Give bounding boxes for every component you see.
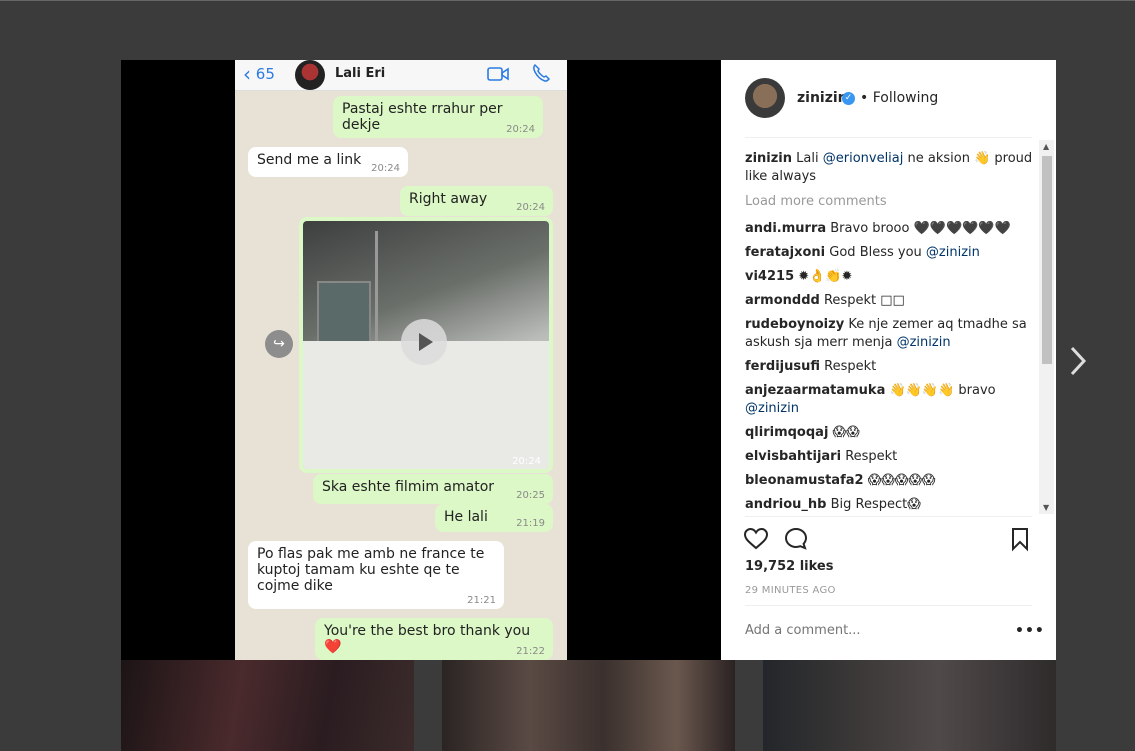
bookmark-icon[interactable] (1007, 526, 1033, 552)
scrollbar-thumb[interactable] (1042, 156, 1052, 364)
message-text: Ska eshte filmim amator (322, 479, 495, 495)
chat-message: You're the best bro thank you ❤️ 21:22 (315, 618, 553, 660)
add-comment-input[interactable] (745, 623, 1005, 638)
comment: vi4215 ✹👌👏✹ (745, 268, 1035, 286)
mention-link[interactable]: @zinizin (897, 335, 951, 350)
comment-text: Big Respect😱 (830, 497, 921, 512)
chat-message: Send me a link 20:24 (248, 147, 408, 177)
comment: elvisbahtijari Respekt (745, 448, 1035, 466)
message-text: Po flas pak me amb ne france te kuptoj t… (257, 546, 485, 594)
share-icon: ↪ (265, 330, 293, 358)
comment-username[interactable]: feratajxoni (745, 245, 825, 260)
heart-icon[interactable] (743, 526, 769, 552)
verified-badge-icon: ✓ (842, 92, 855, 105)
comment: rudeboynoizy Ke nje zemer aq tmadhe sa a… (745, 316, 1035, 352)
comment: bleonamustafa2 😱😱😱😱😱 (745, 472, 1035, 490)
comment-icon[interactable] (783, 526, 809, 552)
comment-text: 😱😱 (832, 425, 860, 440)
mention-link[interactable]: @erionveliaj (823, 151, 904, 166)
message-time: 20:24 (371, 163, 400, 174)
comment-text: 👋👋👋👋 bravo (889, 383, 996, 398)
mention-link[interactable]: @zinizin (745, 401, 799, 416)
comment: anjezaarmatamuka 👋👋👋👋 bravo @zinizin (745, 382, 1035, 418)
comment-text: Respekt □□ (823, 293, 905, 308)
comment-username[interactable]: armonddd (745, 293, 820, 308)
message-time: 21:22 (516, 646, 545, 657)
comments-scrollbar[interactable]: ▲ ▼ (1039, 140, 1054, 514)
message-time: 20:24 (516, 202, 545, 213)
message-time: 20:25 (516, 490, 545, 501)
chat-message: Right away 20:24 (400, 186, 553, 216)
divider (745, 137, 1032, 138)
post-media[interactable]: ‹ 65 Lali Eri Pastaj eshte rrahur per de… (121, 60, 721, 660)
comment-text: Bravo brooo 🖤🖤🖤🖤🖤🖤 (830, 221, 1011, 236)
contact-name: Lali Eri (335, 66, 386, 81)
comment-text: ✹👌👏✹ (798, 269, 853, 284)
divider (745, 605, 1032, 606)
unread-count: 65 (255, 65, 275, 83)
comment-text: Respekt (824, 359, 877, 374)
scroll-down-icon[interactable]: ▼ (1043, 503, 1049, 512)
grid-thumbnail-2[interactable] (442, 660, 735, 751)
grid-thumbnail-3[interactable] (763, 660, 1056, 751)
mention-link[interactable]: @zinizin (926, 245, 980, 260)
video-message: 20:24 (299, 217, 553, 473)
likes-count[interactable]: 19,752 likes (745, 559, 833, 574)
message-time: 21:19 (516, 518, 545, 529)
comment: ferdijusufi Respekt (745, 358, 1035, 376)
caption-text: Lali (796, 151, 823, 166)
chevron-left-icon: ‹ (243, 62, 251, 86)
chat-message: Pastaj eshte rrahur per dekje 20:24 (333, 96, 543, 138)
comment-username[interactable]: ferdijusufi (745, 359, 820, 374)
comment-text: Respekt (845, 449, 898, 464)
divider (745, 516, 1032, 517)
comment-username[interactable]: zinizin (745, 151, 792, 166)
grid-thumbnail-1[interactable] (121, 660, 414, 751)
comment-username[interactable]: elvisbahtijari (745, 449, 841, 464)
video-call-icon (487, 67, 509, 81)
back-button: ‹ 65 (243, 62, 275, 86)
following-button[interactable]: • Following (860, 90, 938, 106)
comment-username[interactable]: rudeboynoizy (745, 317, 844, 332)
post-timestamp[interactable]: 29 MINUTES AGO (745, 585, 836, 596)
comment-username[interactable]: andi.murra (745, 221, 826, 236)
comment-username[interactable]: bleonamustafa2 (745, 473, 864, 488)
chat-header: ‹ 65 Lali Eri (235, 60, 567, 91)
comment: armonddd Respekt □□ (745, 292, 1035, 310)
comment-username[interactable]: anjezaarmatamuka (745, 383, 885, 398)
more-options-button[interactable]: ••• (1015, 623, 1045, 639)
comments-list[interactable]: zinizin Lali @erionveliaj ne aksion 👋 pr… (745, 150, 1037, 515)
message-time: 20:24 (512, 456, 541, 467)
chat-screenshot: ‹ 65 Lali Eri Pastaj eshte rrahur per de… (235, 60, 567, 660)
message-time: 20:24 (506, 124, 535, 135)
phone-call-icon (533, 63, 551, 82)
chat-message: He lali 21:19 (435, 504, 553, 532)
comment: andriou_hb Big Respect😱 (745, 496, 1035, 514)
chat-message: Po flas pak me amb ne france te kuptoj t… (248, 541, 504, 609)
post-username[interactable]: zinizin (797, 90, 848, 106)
comment-username[interactable]: andriou_hb (745, 497, 826, 512)
scroll-up-icon[interactable]: ▲ (1043, 142, 1049, 151)
caption: zinizin Lali @erionveliaj ne aksion 👋 pr… (745, 150, 1035, 186)
post-details-panel: zinizin ✓ • Following zinizin Lali @erio… (721, 60, 1056, 660)
comment: andi.murra Bravo brooo 🖤🖤🖤🖤🖤🖤 (745, 220, 1035, 238)
comment: qlirimqoqaj 😱😱 (745, 424, 1035, 442)
load-more-comments-button[interactable]: Load more comments (745, 194, 887, 209)
comment-username[interactable]: qlirimqoqaj (745, 425, 828, 440)
next-post-arrow-icon[interactable] (1064, 344, 1090, 378)
message-text: You're the best bro thank you ❤️ (324, 623, 531, 655)
top-border (0, 0, 1135, 1)
play-icon (401, 319, 447, 365)
comment-username[interactable]: vi4215 (745, 269, 794, 284)
comment-text: God Bless you (829, 245, 926, 260)
chat-message: Ska eshte filmim amator 20:25 (313, 474, 553, 504)
contact-avatar (295, 60, 325, 90)
comment-text: 😱😱😱😱😱 (867, 473, 936, 488)
comment: feratajxoni God Bless you @zinizin (745, 244, 1035, 262)
avatar[interactable] (745, 78, 785, 118)
message-time: 21:21 (467, 595, 496, 606)
